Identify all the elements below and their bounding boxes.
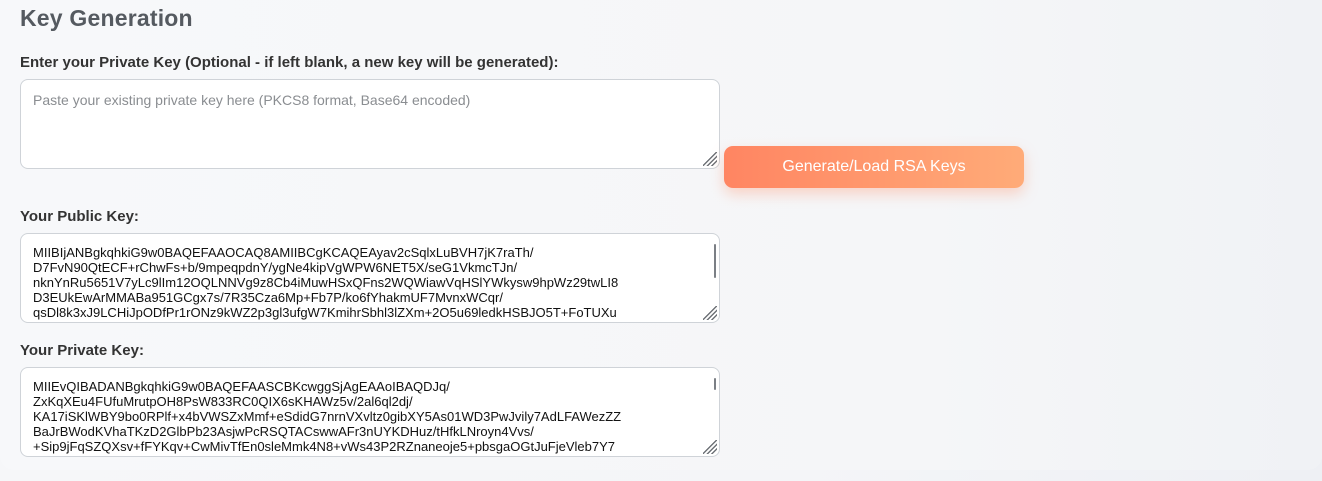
resize-handle-icon[interactable] (703, 440, 717, 454)
private-key-input-placeholder: Paste your existing private key here (PK… (33, 92, 471, 108)
public-key-value: MIIBIjANBgkqhkiG9w0BAQEFAAOCAQ8AMIIBCgKC… (33, 245, 619, 320)
key-generation-panel: Key Generation Enter your Private Key (O… (0, 0, 1322, 470)
private-key-value: MIIEvQIBADANBgkqhkiG9w0BAQEFAASCBKcwggSj… (33, 379, 622, 454)
private-key-output[interactable]: MIIEvQIBADANBgkqhkiG9w0BAQEFAASCBKcwggSj… (20, 367, 720, 457)
resize-handle-icon[interactable] (703, 152, 717, 166)
private-key-scrollbar[interactable] (714, 378, 716, 390)
resize-handle-icon[interactable] (703, 306, 717, 320)
public-key-scrollbar[interactable] (714, 244, 716, 278)
private-key-input-label: Enter your Private Key (Optional - if le… (20, 54, 559, 71)
private-key-input[interactable]: Paste your existing private key here (PK… (20, 79, 720, 169)
generate-keys-button[interactable]: Generate/Load RSA Keys (724, 146, 1024, 188)
public-key-output[interactable]: MIIBIjANBgkqhkiG9w0BAQEFAAOCAQ8AMIIBCgKC… (20, 233, 720, 323)
private-key-label: Your Private Key: (20, 342, 144, 359)
public-key-label: Your Public Key: (20, 208, 139, 225)
page-title: Key Generation (20, 5, 193, 31)
